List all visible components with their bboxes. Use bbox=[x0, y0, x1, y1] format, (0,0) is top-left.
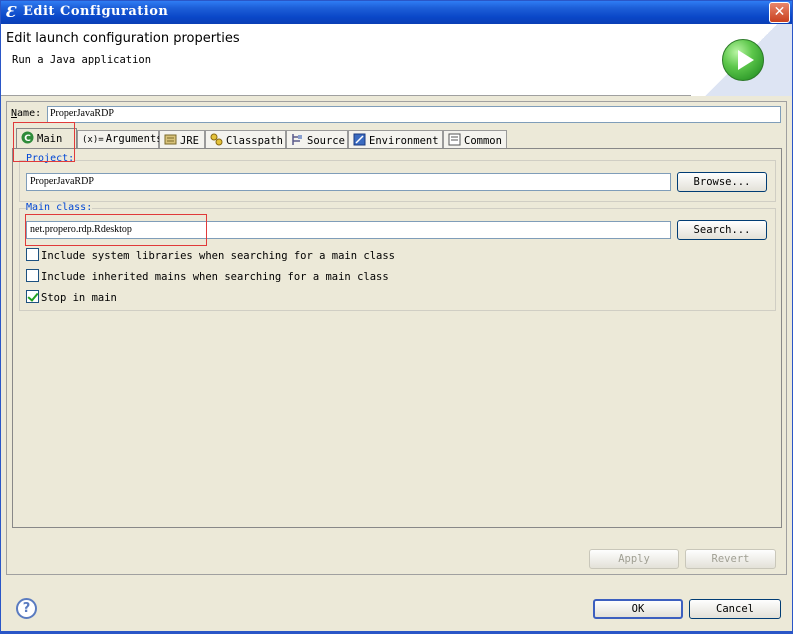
help-icon[interactable]: ? bbox=[16, 598, 37, 619]
eclipse-icon: Ɛ bbox=[5, 3, 16, 21]
tab-jre-label: JRE bbox=[180, 135, 199, 147]
common-icon bbox=[448, 133, 461, 146]
window-title: Edit Configuration bbox=[23, 4, 169, 19]
header-subtitle: Run a Java application bbox=[12, 54, 152, 66]
tab-classpath-label: Classpath bbox=[226, 135, 283, 147]
tab-jre[interactable]: JRE bbox=[159, 130, 205, 148]
stop-in-main-label: Stop in main bbox=[41, 292, 117, 304]
tab-classpath[interactable]: Classpath bbox=[205, 130, 286, 148]
include-system-libraries-label: Include system libraries when searching … bbox=[41, 250, 396, 262]
tab-common-label: Common bbox=[464, 135, 502, 147]
dialog-header: Edit launch configuration properties Run… bbox=[1, 24, 792, 96]
include-system-libraries-option[interactable]: Include system libraries when searching … bbox=[26, 248, 395, 262]
tab-common[interactable]: Common bbox=[443, 130, 507, 148]
tab-arguments-label: Arguments bbox=[105, 133, 163, 145]
arguments-icon: (x)= bbox=[82, 135, 104, 145]
tab-source-label: Source bbox=[307, 135, 345, 147]
highlight-main-class bbox=[25, 214, 207, 246]
project-input[interactable]: ProperJavaRDP bbox=[26, 173, 671, 191]
tab-source[interactable]: Source bbox=[286, 130, 348, 148]
revert-button[interactable]: Revert bbox=[685, 549, 776, 569]
environment-icon bbox=[353, 133, 366, 146]
title-bar[interactable]: Ɛ Edit Configuration ✕ bbox=[1, 1, 792, 24]
apply-button[interactable]: Apply bbox=[589, 549, 679, 569]
tab-arguments[interactable]: (x)= Arguments bbox=[77, 130, 163, 148]
include-inherited-mains-option[interactable]: Include inherited mains when searching f… bbox=[26, 269, 389, 283]
run-icon bbox=[722, 39, 764, 81]
name-input[interactable]: ProperJavaRDP bbox=[47, 106, 781, 123]
source-icon bbox=[291, 133, 304, 146]
tab-environment-label: Environment bbox=[369, 135, 439, 147]
highlight-main-tab bbox=[13, 122, 75, 162]
browse-button[interactable]: Browse... bbox=[677, 172, 767, 192]
include-inherited-mains-label: Include inherited mains when searching f… bbox=[41, 271, 389, 283]
cancel-button[interactable]: Cancel bbox=[689, 599, 781, 619]
name-label: Name: bbox=[11, 108, 42, 119]
stop-in-main-option[interactable]: Stop in main bbox=[26, 290, 117, 304]
main-tab-panel bbox=[12, 148, 782, 528]
include-system-libraries-checkbox[interactable] bbox=[26, 248, 39, 261]
close-button[interactable]: ✕ bbox=[769, 2, 790, 23]
edit-configuration-dialog: Ɛ Edit Configuration ✕ Edit launch confi… bbox=[0, 0, 793, 634]
header-title: Edit launch configuration properties bbox=[6, 31, 240, 46]
jre-icon bbox=[164, 133, 177, 146]
close-icon: ✕ bbox=[773, 4, 786, 20]
classpath-icon bbox=[210, 133, 223, 146]
search-button[interactable]: Search... bbox=[677, 220, 767, 240]
tab-environment[interactable]: Environment bbox=[348, 130, 443, 148]
stop-in-main-checkbox[interactable] bbox=[26, 290, 39, 303]
main-class-label: Main class: bbox=[26, 202, 93, 213]
ok-button[interactable]: OK bbox=[593, 599, 683, 619]
include-inherited-mains-checkbox[interactable] bbox=[26, 269, 39, 282]
